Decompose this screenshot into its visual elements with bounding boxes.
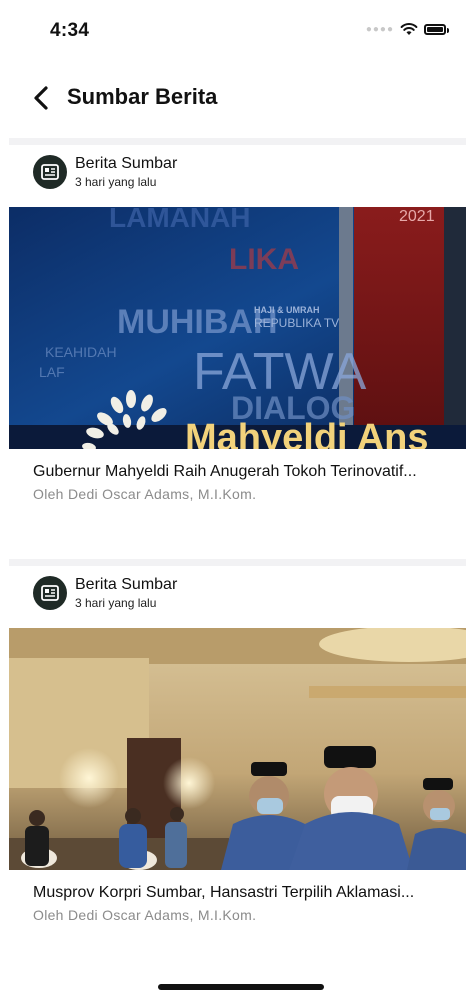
news-photo (9, 628, 466, 870)
nav-bar: Sumbar Berita (0, 76, 466, 120)
newspaper-icon (41, 164, 59, 180)
svg-text:REPUBLIKA TV: REPUBLIKA TV (254, 316, 339, 330)
news-card[interactable]: Berita Sumbar 3 hari yang lalu Musprov K… (9, 566, 466, 923)
source-avatar (33, 576, 67, 610)
back-button[interactable] (28, 82, 58, 114)
news-image[interactable]: LAMANAH LIKA 2021 MUHIBAH HAJI & UMRAH R… (9, 207, 466, 449)
source-name: Berita Sumbar (75, 576, 178, 593)
card-body: Musprov Korpri Sumbar, Hansastri Terpili… (9, 866, 466, 923)
newspaper-icon (41, 585, 59, 601)
home-indicator[interactable] (158, 984, 324, 990)
news-title[interactable]: Musprov Korpri Sumbar, Hansastri Terpili… (33, 884, 453, 902)
published-time: 3 hari yang lalu (75, 175, 157, 189)
news-title[interactable]: Gubernur Mahyeldi Raih Anugerah Tokoh Te… (33, 463, 453, 481)
svg-text:Mahyeldi Ans: Mahyeldi Ans (185, 417, 429, 449)
wifi-icon (400, 23, 418, 35)
news-author: Oleh Dedi Oscar Adams, M.I.Kom. (33, 486, 257, 502)
card-header: Berita Sumbar 3 hari yang lalu (9, 566, 466, 624)
news-author: Oleh Dedi Oscar Adams, M.I.Kom. (33, 907, 257, 923)
status-icons: ●●●● (365, 22, 449, 36)
svg-text:KEAHIDAH: KEAHIDAH (45, 344, 117, 360)
svg-text:HAJI & UMRAH: HAJI & UMRAH (254, 305, 320, 315)
published-time: 3 hari yang lalu (75, 596, 157, 610)
svg-text:LIKA: LIKA (229, 243, 299, 276)
source-avatar (33, 155, 67, 189)
status-bar: 4:34 ●●●● (0, 0, 466, 60)
battery-icon (424, 23, 449, 35)
status-time: 4:34 (50, 20, 90, 41)
card-header: Berita Sumbar 3 hari yang lalu (9, 145, 466, 203)
signal-icon: ●●●● (365, 23, 394, 35)
chevron-left-icon (34, 86, 48, 110)
divider (9, 559, 466, 566)
page-title: Sumbar Berita (67, 84, 218, 109)
divider (9, 138, 466, 145)
svg-text:LAF: LAF (39, 364, 65, 380)
svg-text:2021: 2021 (399, 208, 435, 225)
source-name: Berita Sumbar (75, 155, 178, 172)
news-card[interactable]: Berita Sumbar 3 hari yang lalu LAMANAH L… (9, 145, 466, 502)
news-image[interactable] (9, 628, 466, 870)
card-body: Gubernur Mahyeldi Raih Anugerah Tokoh Te… (9, 445, 466, 502)
news-photo: LAMANAH LIKA 2021 MUHIBAH HAJI & UMRAH R… (9, 207, 466, 449)
svg-text:LAMANAH: LAMANAH (109, 207, 251, 233)
